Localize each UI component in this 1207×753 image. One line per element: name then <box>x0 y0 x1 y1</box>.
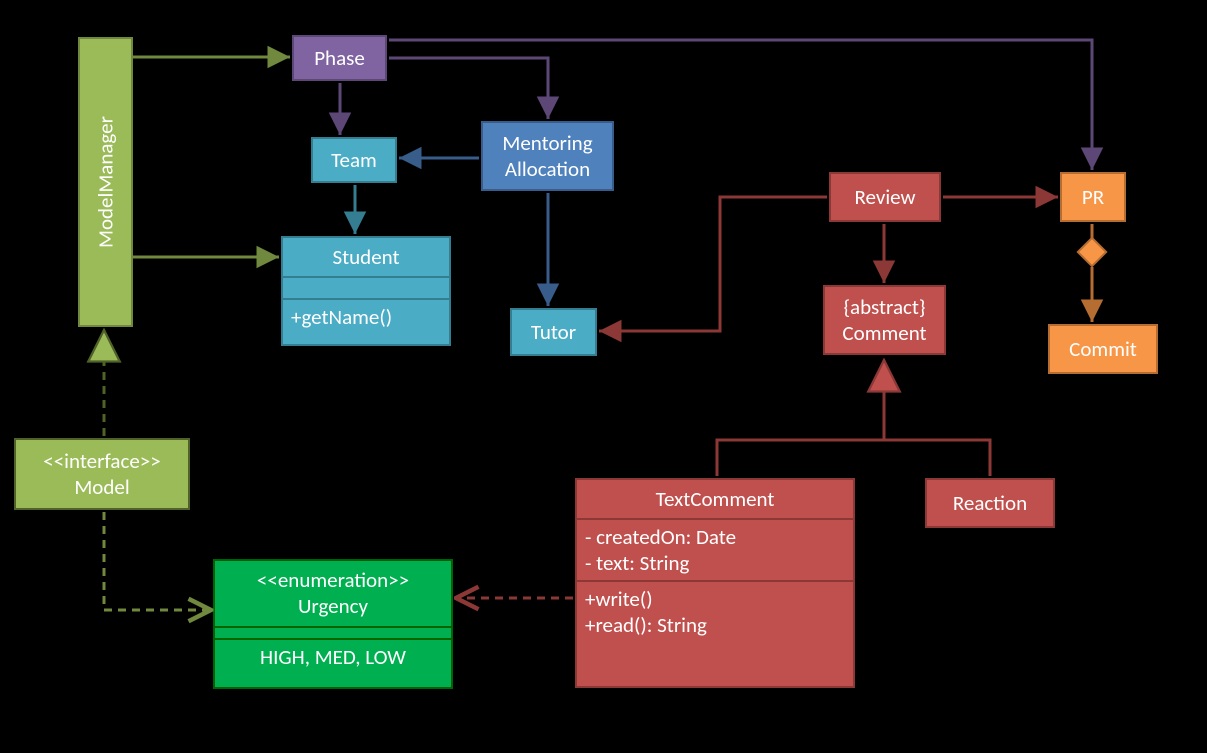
class-name: ModelManager <box>93 116 119 248</box>
stereotype-text: <<interface>> <box>43 448 160 474</box>
enum-urgency: <<enumeration>> Urgency HIGH, MED, LOW <box>213 559 453 689</box>
class-team: Team <box>311 137 397 183</box>
class-attributes: - createdOn: Date - text: String <box>577 518 853 580</box>
class-phase: Phase <box>292 35 387 81</box>
class-name: Comment <box>842 320 926 346</box>
class-attributes <box>283 276 449 298</box>
class-mentoring-allocation: Mentoring Allocation <box>481 121 614 191</box>
class-name: Commit <box>1069 336 1137 362</box>
class-comment: {abstract} Comment <box>823 285 946 355</box>
gen-textcomment-comment <box>717 360 884 476</box>
class-name: Reaction <box>953 490 1027 516</box>
class-name: Model <box>74 474 129 500</box>
assoc-phase-mentoring <box>389 58 548 119</box>
class-student: Student +getName() <box>281 236 451 346</box>
class-tutor: Tutor <box>510 308 597 356</box>
class-textcomment: TextComment - createdOn: Date - text: St… <box>575 478 855 688</box>
class-reaction: Reaction <box>925 478 1055 528</box>
dep-model-urgency <box>104 512 211 610</box>
enum-values: HIGH, MED, LOW <box>215 638 451 674</box>
stereotype-text: <<enumeration>> <box>257 567 409 593</box>
class-methods: +write() +read(): String <box>577 580 853 642</box>
class-name: Urgency <box>298 593 368 619</box>
gen-reaction-comment <box>884 440 990 476</box>
interface-model: <<interface>> Model <box>14 438 190 510</box>
class-name: Mentoring Allocation <box>502 130 592 183</box>
class-name: PR <box>1082 184 1104 210</box>
class-name: Phase <box>314 45 365 71</box>
class-commit: Commit <box>1048 324 1158 374</box>
class-methods: +getName() <box>283 298 449 334</box>
assoc-review-tutor <box>599 197 827 331</box>
abstract-tag: {abstract} <box>843 294 925 320</box>
class-pr: PR <box>1060 172 1126 222</box>
spacer <box>215 626 451 638</box>
class-name: Review <box>854 184 915 210</box>
class-name: Tutor <box>531 319 576 345</box>
composition-diamond-icon <box>1078 238 1106 266</box>
class-review: Review <box>829 172 941 222</box>
class-name: Team <box>331 147 377 173</box>
class-name: TextComment <box>577 480 853 518</box>
class-name: Student <box>283 238 449 276</box>
class-modelmanager: ModelManager <box>78 37 133 327</box>
